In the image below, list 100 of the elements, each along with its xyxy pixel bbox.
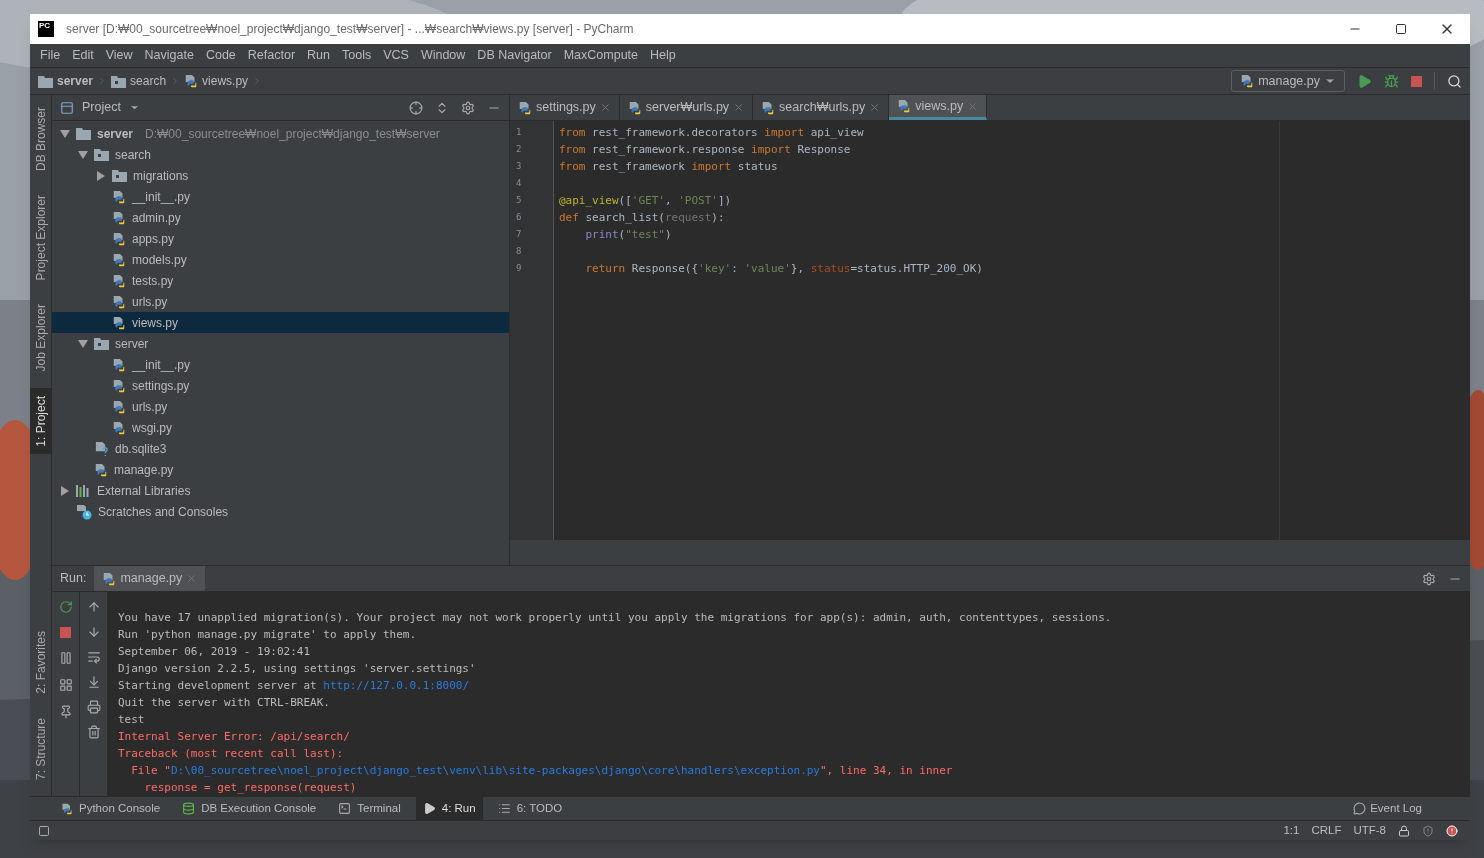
tree-item[interactable]: wsgi.py xyxy=(52,417,509,438)
scroll-to-end-icon[interactable] xyxy=(86,675,101,689)
tool-window-tab[interactable]: 2: Favorites xyxy=(30,623,51,702)
scratches-icon xyxy=(76,503,92,520)
menu-item[interactable]: VCS xyxy=(377,46,415,65)
tree-item[interactable]: apps.py xyxy=(52,228,509,249)
collapsed-arrow-icon[interactable] xyxy=(96,170,106,181)
menu-item[interactable]: Run xyxy=(301,46,336,65)
tool-window-tab[interactable]: 7: Structure xyxy=(30,709,51,788)
menu-item[interactable]: Edit xyxy=(66,46,100,65)
tree-item[interactable]: search xyxy=(52,144,509,165)
menu-item[interactable]: Navigate xyxy=(138,46,200,65)
tree-item[interactable]: tests.py xyxy=(52,270,509,291)
tree-item[interactable]: views.py xyxy=(52,312,509,333)
tree-item[interactable]: External Libraries xyxy=(52,480,509,501)
run-tab[interactable]: manage.py xyxy=(94,566,206,591)
tree-item[interactable]: server D:₩00_sourcetree₩noel_project₩django_test₩server xyxy=(52,123,509,144)
menu-item[interactable]: DB Navigator xyxy=(471,46,558,65)
folder-icon xyxy=(112,169,127,182)
collapsed-arrow-icon[interactable] xyxy=(60,485,70,496)
expanded-arrow-icon[interactable] xyxy=(78,149,88,160)
code-line: return Response({'key': 'value'}, status=status.HTTP_200_OK) xyxy=(584,261,984,277)
list-icon xyxy=(497,802,511,815)
run-icon[interactable] xyxy=(1357,73,1372,89)
tree-item[interactable]: migrations xyxy=(52,165,509,186)
caret-position[interactable]: 1:1 xyxy=(1283,821,1300,840)
error-icon[interactable] xyxy=(1446,824,1458,837)
tree-item[interactable]: urls.py xyxy=(52,396,509,417)
run-config-dropdown[interactable]: manage.py xyxy=(1231,70,1345,92)
python-file-icon xyxy=(61,802,73,815)
close-icon[interactable] xyxy=(869,102,881,113)
tool-window-tab[interactable]: DB Execution Console xyxy=(175,797,324,820)
rerun-icon[interactable] xyxy=(58,600,73,614)
search-icon[interactable] xyxy=(1447,73,1462,89)
pin-icon[interactable] xyxy=(58,705,73,719)
folder-icon xyxy=(94,148,109,161)
inspector-icon[interactable] xyxy=(1422,824,1434,837)
up-arrow-icon[interactable] xyxy=(86,600,101,614)
breadcrumb-item[interactable]: server xyxy=(38,72,112,90)
tool-window-tab[interactable]: Job Explorer xyxy=(30,296,51,380)
python-file-icon xyxy=(112,399,126,414)
expanded-arrow-icon[interactable] xyxy=(78,338,88,349)
link[interactable]: D:\00_sourcetree\noel_project\django_test\venv\lib\site-packages\django\core\handlers\exception.py xyxy=(171,764,820,777)
folder-icon xyxy=(76,127,91,140)
print-icon[interactable] xyxy=(86,700,101,714)
line-separator[interactable]: CRLF xyxy=(1311,821,1342,840)
menu-item[interactable]: View xyxy=(99,46,139,65)
layout-icon[interactable] xyxy=(58,678,73,692)
stop-icon[interactable] xyxy=(1411,75,1422,87)
breadcrumb-item[interactable]: search xyxy=(111,72,185,90)
tree-item[interactable]: models.py xyxy=(52,249,509,270)
editor-tab[interactable]: settings.py xyxy=(510,95,620,120)
tool-window-tab[interactable]: Project Explorer xyxy=(30,187,51,289)
tool-window-tab[interactable]: Python Console xyxy=(54,797,168,820)
panel-toggle-icon[interactable] xyxy=(38,824,50,837)
tool-window-tab[interactable]: 1: Project xyxy=(30,387,51,455)
project-view-dropdown[interactable]: Project xyxy=(60,98,140,117)
menu-item[interactable]: File xyxy=(34,46,67,65)
menu-item[interactable]: Tools xyxy=(336,46,378,65)
soft-wrap-icon[interactable] xyxy=(86,650,101,664)
python-file-icon xyxy=(518,100,532,115)
debug-icon[interactable] xyxy=(1384,73,1399,89)
tree-item[interactable]: __init__.py xyxy=(52,186,509,207)
menu-item[interactable]: Refactor xyxy=(241,46,302,65)
editor-tab[interactable]: server₩urls.py xyxy=(619,95,754,120)
expanded-arrow-icon[interactable] xyxy=(60,128,70,139)
menu-item[interactable]: Window xyxy=(414,46,472,65)
file-encoding[interactable]: UTF-8 xyxy=(1353,821,1386,840)
tree-item[interactable]: Scratches and Consoles xyxy=(52,501,509,522)
link[interactable]: http://127.0.0.1:8000/ xyxy=(323,679,469,692)
menu-item[interactable]: Code xyxy=(199,46,242,65)
pause-icon[interactable] xyxy=(58,651,73,665)
tool-window-tab[interactable]: DB Browser xyxy=(30,99,51,179)
code-line: print("test") xyxy=(584,227,673,243)
tree-item[interactable]: settings.py xyxy=(52,375,509,396)
tree-item[interactable]: db.sqlite3 xyxy=(52,438,509,459)
down-arrow-icon[interactable] xyxy=(86,625,101,639)
menu-item[interactable]: Help xyxy=(644,46,682,65)
lock-icon[interactable] xyxy=(1398,824,1410,837)
tool-window-tab[interactable]: 6: TODO xyxy=(490,797,570,820)
close-icon[interactable] xyxy=(733,102,745,113)
python-file-icon xyxy=(627,100,642,115)
tree-item[interactable]: manage.py xyxy=(52,459,509,480)
settings-icon[interactable] xyxy=(1422,571,1436,586)
close-icon[interactable] xyxy=(599,102,611,113)
locate-icon[interactable] xyxy=(409,100,423,115)
line-number: 6 xyxy=(515,211,523,224)
tool-window-tab[interactable]: 4: Run xyxy=(415,797,483,820)
settings-icon[interactable] xyxy=(461,100,475,115)
editor-tab[interactable]: views.py xyxy=(889,95,988,120)
console-line: Internal Server Error: /api/search/ xyxy=(118,729,351,745)
tree-item[interactable]: __init__.py xyxy=(52,354,509,375)
tool-window-tab[interactable]: Terminal xyxy=(331,797,408,820)
breadcrumb-item[interactable]: views.py xyxy=(184,72,267,90)
tree-item[interactable]: urls.py xyxy=(52,291,509,312)
tree-item[interactable]: server xyxy=(52,333,509,354)
trash-icon[interactable] xyxy=(86,725,101,739)
menu-item[interactable]: MaxCompute xyxy=(557,46,645,65)
tree-item[interactable]: admin.py xyxy=(52,207,509,228)
event-log-button[interactable]: Event Log xyxy=(1353,799,1422,818)
